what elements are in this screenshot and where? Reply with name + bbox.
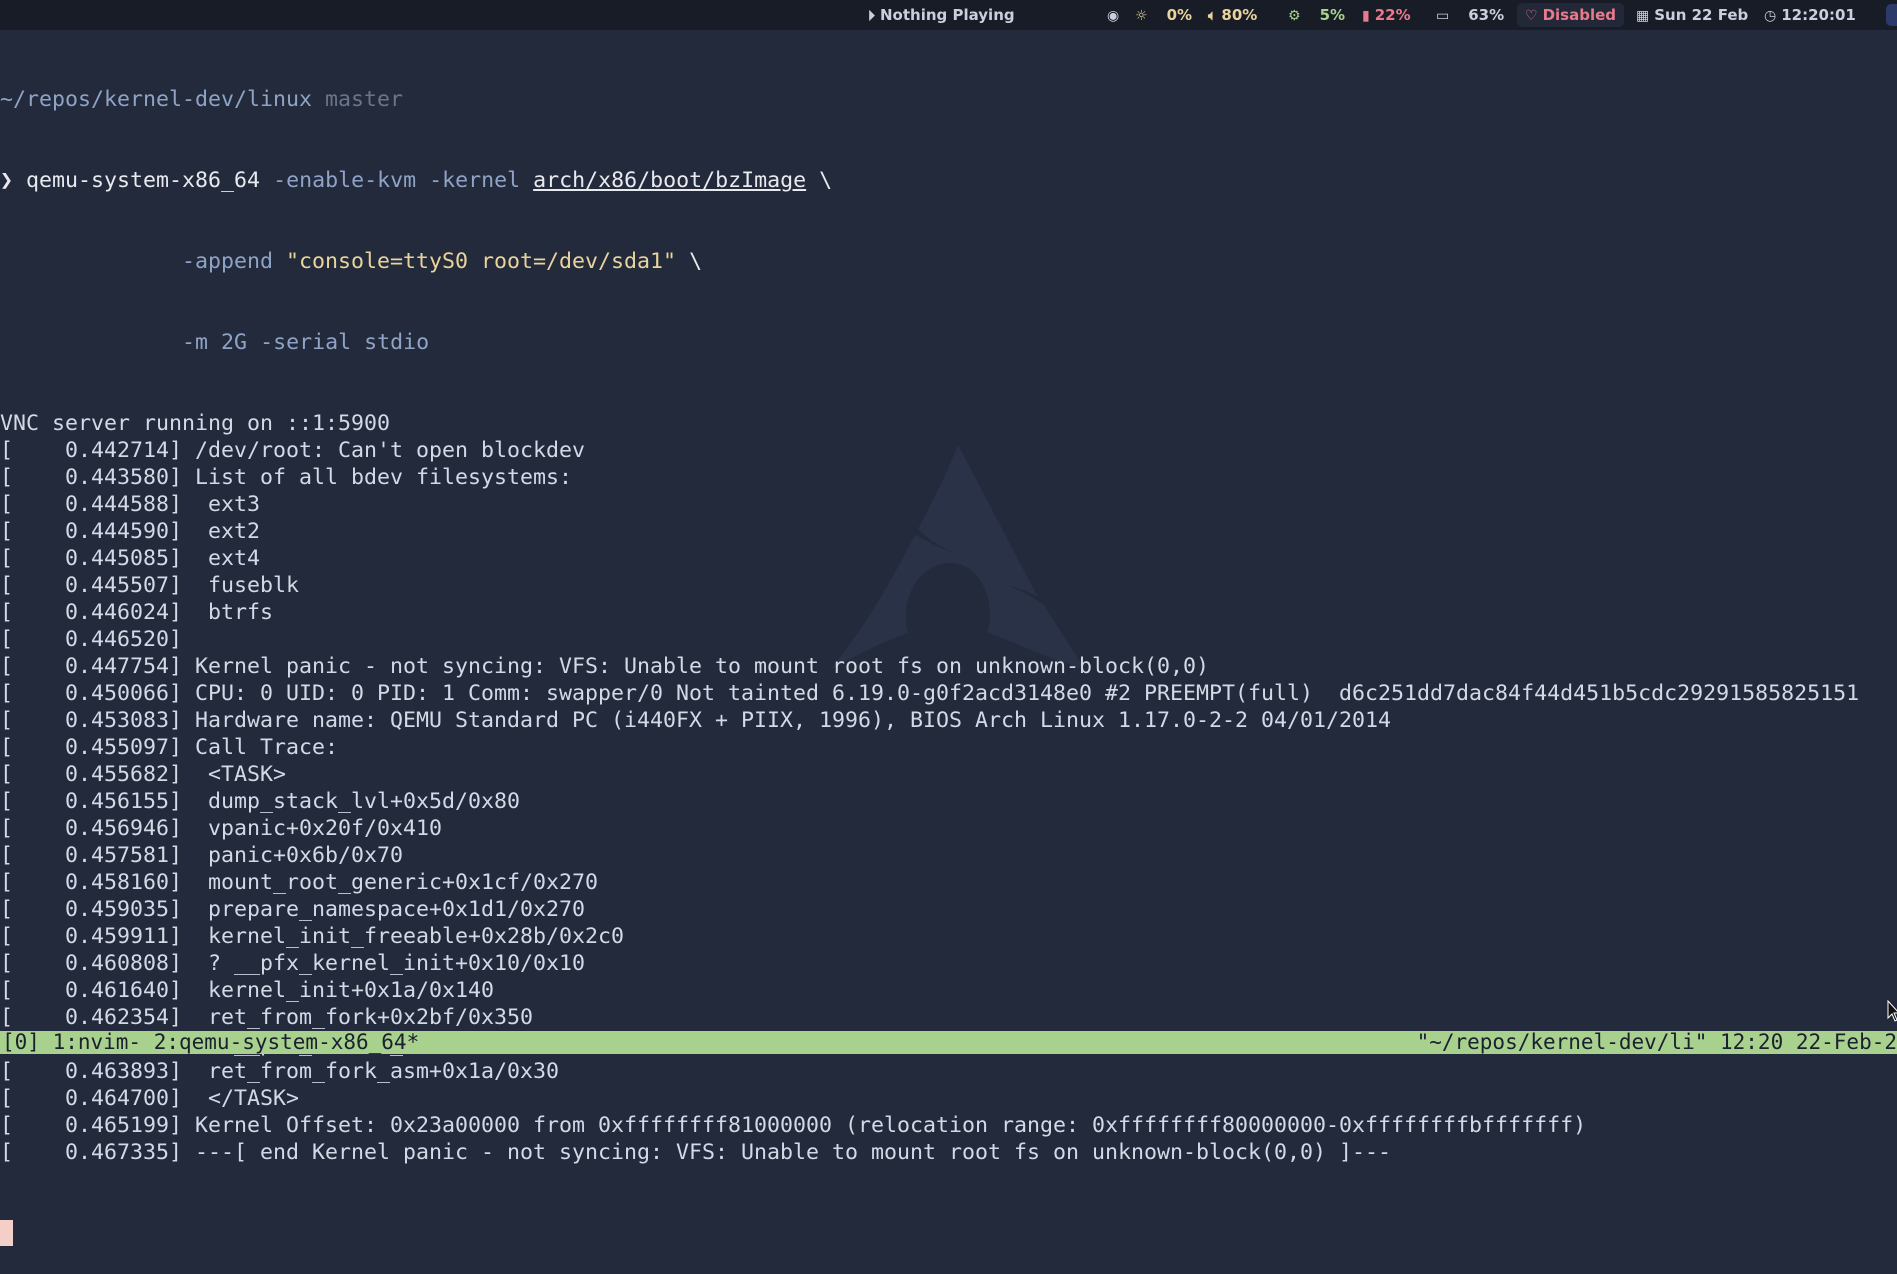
- log-line: [ 0.455682] <TASK>: [0, 762, 287, 787]
- log-line: [ 0.447754] Kernel panic - not syncing: …: [0, 654, 1210, 679]
- volume-widget[interactable]: 🔈︎ 80%: [1208, 0, 1257, 30]
- mem-value: 2G: [221, 330, 248, 355]
- git-branch: master: [325, 87, 404, 112]
- command-line-2: -append "console=ttyS0 root=/dev/sda1" \: [0, 248, 1897, 275]
- volume-value: 80%: [1221, 6, 1258, 24]
- workspace-indicator[interactable]: [1886, 4, 1897, 26]
- battery-icon: ▭: [1436, 8, 1450, 24]
- command-flag: -append: [182, 249, 274, 274]
- command-flag: -m: [182, 330, 209, 355]
- memory-value: 22%: [1374, 6, 1411, 24]
- command-line-1: ❯ qemu-system-x86_64 -enable-kvm -kernel…: [0, 167, 1897, 194]
- battery-value: 63%: [1468, 6, 1505, 24]
- log-line: [ 0.442714] /dev/root: Can't open blockd…: [0, 438, 586, 463]
- tmux-window-list[interactable]: [0] 1:nvim- 2:qemu-system-x86_64*: [2, 1031, 419, 1054]
- cpu-icon: ⚙: [1288, 8, 1301, 24]
- battery-widget[interactable]: ▭ 63%: [1436, 0, 1504, 30]
- terminal-pane[interactable]: ~/repos/kernel-dev/linux master ❯ qemu-s…: [0, 32, 1897, 1246]
- line-continuation: \: [819, 168, 833, 193]
- log-line: [ 0.446024] btrfs: [0, 600, 274, 625]
- eye-icon: ◉: [1107, 8, 1120, 24]
- log-line: [ 0.456946] vpanic+0x20f/0x410: [0, 816, 443, 841]
- speaker-icon: 🔈︎: [1208, 8, 1217, 24]
- prompt-header: ~/repos/kernel-dev/linux master: [0, 86, 1897, 113]
- log-line: [ 0.467335] ---[ end Kernel panic - not …: [0, 1140, 1392, 1165]
- play-circle-icon: ⏵: [868, 8, 875, 24]
- vpn-widget[interactable]: ♡ Disabled: [1517, 3, 1624, 27]
- command-flag: -kernel: [429, 168, 521, 193]
- brightness-value: 0%: [1166, 6, 1193, 24]
- command-flag: -enable-kvm: [273, 168, 417, 193]
- cursor-line: [0, 1220, 1897, 1247]
- tmux-status-right: "~/repos/kernel-dev/li" 12:20 22-Feb-2: [1416, 1030, 1897, 1054]
- clock-icon: ◷: [1764, 8, 1777, 24]
- log-line: [ 0.445085] ext4: [0, 546, 261, 571]
- cwd-path: ~/repos/kernel-dev/linux: [0, 87, 313, 112]
- tmux-status-bar: [0] 1:nvim- 2:qemu-system-x86_64* "~/rep…: [0, 1031, 1897, 1054]
- media-widget[interactable]: ⏵ Nothing Playing: [868, 0, 1015, 30]
- memory-icon: ▮: [1362, 8, 1370, 24]
- terminal-cursor[interactable]: [0, 1220, 13, 1246]
- media-status: Nothing Playing: [880, 6, 1015, 24]
- cpu-value: 5%: [1319, 6, 1346, 24]
- log-line: [ 0.457581] panic+0x6b/0x70: [0, 843, 404, 868]
- log-line: VNC server running on ::1:5900: [0, 411, 391, 436]
- prompt-symbol: ❯: [0, 168, 14, 193]
- date-value: Sun 22 Feb: [1654, 6, 1749, 24]
- kernel-path-link[interactable]: arch/x86/boot/bzImage: [533, 168, 806, 193]
- serial-value: stdio: [364, 330, 430, 355]
- log-line: [ 0.459035] prepare_namespace+0x1d1/0x27…: [0, 897, 586, 922]
- log-line: [ 0.461640] kernel_init+0x1a/0x140: [0, 978, 495, 1003]
- mouse-pointer-icon: [1887, 1000, 1897, 1022]
- log-line: [ 0.445507] fuseblk: [0, 573, 300, 598]
- append-string: "console=ttyS0 root=/dev/sda1": [286, 249, 677, 274]
- log-line: [ 0.446520]: [0, 627, 183, 652]
- memory-widget[interactable]: ▮ 22%: [1362, 0, 1411, 30]
- sun-icon: ☼: [1135, 8, 1148, 24]
- command-program: qemu-system-x86_64: [26, 168, 261, 193]
- clock-widget[interactable]: ◷ 12:20:01: [1764, 0, 1856, 30]
- log-line: [ 0.465199] Kernel Offset: 0x23a00000 fr…: [0, 1113, 1587, 1138]
- command-line-3: -m 2G -serial stdio: [0, 329, 1897, 356]
- shield-off-icon: ♡: [1525, 8, 1538, 24]
- log-line: [ 0.450066] CPU: 0 UID: 0 PID: 1 Comm: s…: [0, 681, 1860, 706]
- log-line: [ 0.463893] ret_from_fork_asm+0x1a/0x30: [0, 1059, 560, 1084]
- eye-widget[interactable]: ◉: [1107, 0, 1124, 30]
- log-line: [ 0.458160] mount_root_generic+0x1cf/0x2…: [0, 870, 599, 895]
- log-line: [ 0.453083] Hardware name: QEMU Standard…: [0, 708, 1392, 733]
- top-status-bar: ⏵ Nothing Playing ◉ ☼ 0% 🔈︎ 80% ⚙ 5% ▮ 22% ▭ 6…: [0, 0, 1897, 30]
- command-flag: -serial: [260, 330, 352, 355]
- log-line: [ 0.456155] dump_stack_lvl+0x5d/0x80: [0, 789, 521, 814]
- log-line: [ 0.459911] kernel_init_freeable+0x28b/0…: [0, 924, 625, 949]
- log-line: [ 0.444588] ext3: [0, 492, 261, 517]
- log-line: [ 0.444590] ext2: [0, 519, 261, 544]
- calendar-icon: ▦: [1636, 8, 1650, 24]
- log-line: [ 0.443580] List of all bdev filesystems…: [0, 465, 573, 490]
- log-line: [ 0.455097] Call Trace:: [0, 735, 339, 760]
- line-continuation: \: [689, 249, 703, 274]
- log-line: [ 0.464700] </TASK>: [0, 1086, 300, 1111]
- time-value: 12:20:01: [1781, 6, 1856, 24]
- date-widget[interactable]: ▦ Sun 22 Feb: [1636, 0, 1748, 30]
- brightness-widget[interactable]: ☼ 0%: [1135, 0, 1192, 30]
- cpu-widget[interactable]: ⚙ 5%: [1288, 0, 1345, 30]
- log-line: [ 0.460808] ? __pfx_kernel_init+0x10/0x1…: [0, 951, 586, 976]
- vpn-status: Disabled: [1542, 6, 1616, 24]
- log-line: [ 0.462354] ret_from_fork+0x2bf/0x350: [0, 1005, 534, 1030]
